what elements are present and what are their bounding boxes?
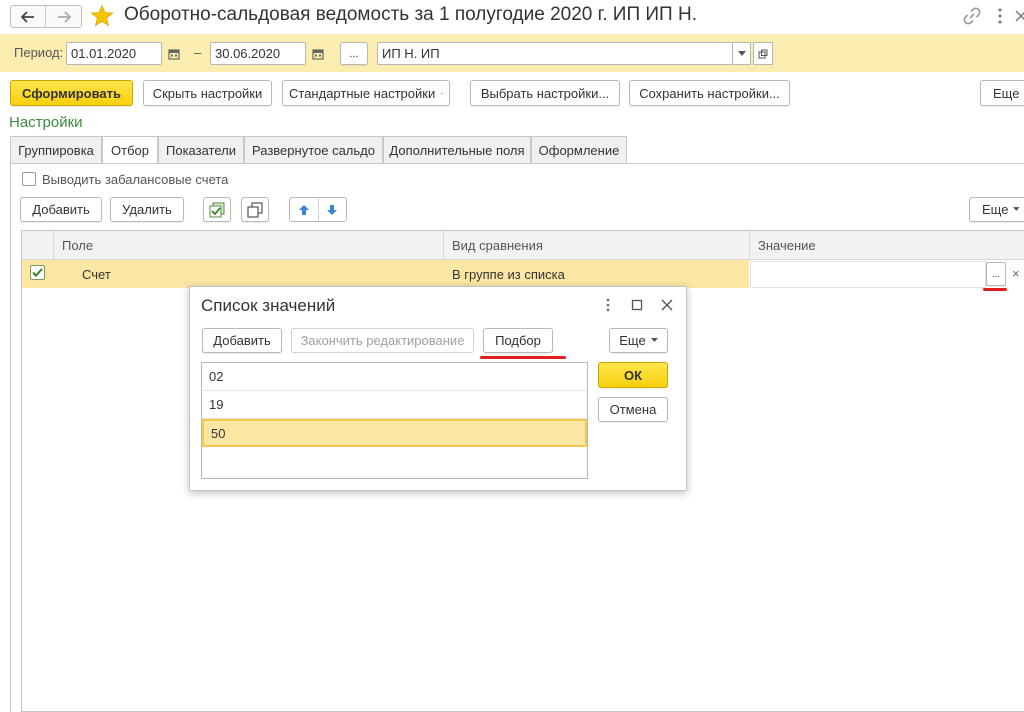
pick-button[interactable]: Подбор — [483, 328, 553, 353]
value-select-button[interactable]: ... — [986, 262, 1006, 286]
settings-more-button[interactable]: Еще — [969, 197, 1024, 222]
chevron-down-icon — [441, 92, 443, 94]
open-icon[interactable] — [753, 42, 773, 65]
more-button[interactable]: Еще — [980, 80, 1024, 106]
column-header-comparison[interactable]: Вид сравнения — [444, 230, 749, 260]
list-item[interactable]: 19 — [202, 391, 587, 419]
pick-highlight — [480, 356, 566, 359]
dialog-add-button[interactable]: Добавить — [202, 328, 282, 353]
dialog-title: Список значений — [201, 296, 336, 315]
close-icon[interactable] — [1014, 7, 1024, 25]
calendar-icon[interactable] — [163, 42, 185, 65]
offbalance-label: Выводить забалансовые счета — [42, 172, 229, 187]
copy-icon[interactable] — [241, 197, 269, 222]
chevron-down-icon[interactable] — [733, 42, 751, 65]
tab-expanded-balance[interactable]: Развернутое сальдо — [244, 136, 383, 163]
kebab-menu-icon[interactable] — [996, 7, 1004, 25]
tab-grouping[interactable]: Группировка — [10, 136, 102, 163]
hide-settings-button[interactable]: Скрыть настройки — [143, 80, 272, 106]
period-from-input[interactable]: 01.01.2020 — [66, 42, 162, 65]
choose-settings-button[interactable]: Выбрать настройки... — [470, 80, 620, 106]
clear-icon[interactable]: × — [1012, 266, 1020, 281]
tab-additional-fields[interactable]: Дополнительные поля — [383, 136, 531, 163]
title-bar: Оборотно-сальдовая ведомость за 1 полуго… — [0, 0, 1024, 34]
delete-filter-button[interactable]: Удалить — [110, 197, 184, 222]
group-check-icon[interactable] — [203, 197, 231, 222]
arrow-up-icon[interactable] — [290, 198, 319, 221]
tab-indicators[interactable]: Показатели — [158, 136, 244, 163]
list-item[interactable]: 02 — [202, 363, 587, 391]
period-select-button[interactable]: ... — [340, 42, 368, 65]
nav-buttons — [10, 5, 82, 28]
row-field: Счет — [82, 267, 111, 282]
star-icon[interactable] — [90, 4, 114, 28]
tab-appearance[interactable]: Оформление — [531, 136, 627, 163]
value-select-highlight — [983, 288, 1007, 291]
arrow-right-icon[interactable] — [46, 6, 81, 27]
chevron-down-icon — [650, 338, 658, 342]
offbalance-checkbox[interactable] — [22, 172, 36, 186]
link-icon[interactable] — [962, 6, 982, 26]
arrow-down-icon[interactable] — [319, 198, 347, 221]
page-title: Оборотно-сальдовая ведомость за 1 полуго… — [124, 4, 697, 25]
save-settings-button[interactable]: Сохранить настройки... — [629, 80, 790, 106]
kebab-menu-icon[interactable] — [604, 297, 612, 313]
checkmark-icon — [32, 268, 43, 277]
maximize-icon[interactable] — [631, 299, 643, 311]
move-buttons — [289, 197, 347, 222]
row-comparison[interactable]: В группе из списка — [452, 267, 565, 282]
dialog-more-label: Еще — [619, 333, 646, 348]
finish-editing-button[interactable]: Закончить редактирование — [291, 328, 474, 353]
row-value-input[interactable] — [750, 261, 986, 288]
dialog-more-button[interactable]: Еще — [609, 328, 668, 353]
calendar-icon[interactable] — [307, 42, 329, 65]
standard-settings-label: Стандартные настройки — [289, 85, 436, 101]
settings-more-label: Еще — [982, 202, 1009, 217]
organization-input[interactable]: ИП Н. ИП — [377, 42, 733, 65]
close-icon[interactable] — [660, 298, 674, 312]
arrow-left-icon[interactable] — [11, 6, 47, 27]
add-filter-button[interactable]: Добавить — [20, 197, 102, 222]
list-item[interactable] — [202, 447, 587, 475]
tab-filter[interactable]: Отбор — [102, 136, 158, 164]
settings-heading: Настройки — [9, 114, 83, 131]
generate-button[interactable]: Сформировать — [10, 80, 133, 106]
ok-button[interactable]: ОК — [598, 362, 668, 388]
cancel-button[interactable]: Отмена — [598, 397, 668, 422]
period-label: Период: — [14, 45, 64, 60]
chevron-down-icon — [1013, 207, 1020, 211]
row-checkbox[interactable] — [30, 265, 45, 280]
list-item-selected[interactable]: 50 — [202, 419, 587, 447]
period-dash: – — [194, 45, 202, 60]
column-header-value[interactable]: Значение — [750, 230, 1024, 260]
column-header-field[interactable]: Поле — [54, 230, 443, 260]
period-to-input[interactable]: 30.06.2020 — [210, 42, 306, 65]
table-row[interactable] — [22, 260, 749, 288]
standard-settings-button[interactable]: Стандартные настройки — [282, 80, 450, 106]
